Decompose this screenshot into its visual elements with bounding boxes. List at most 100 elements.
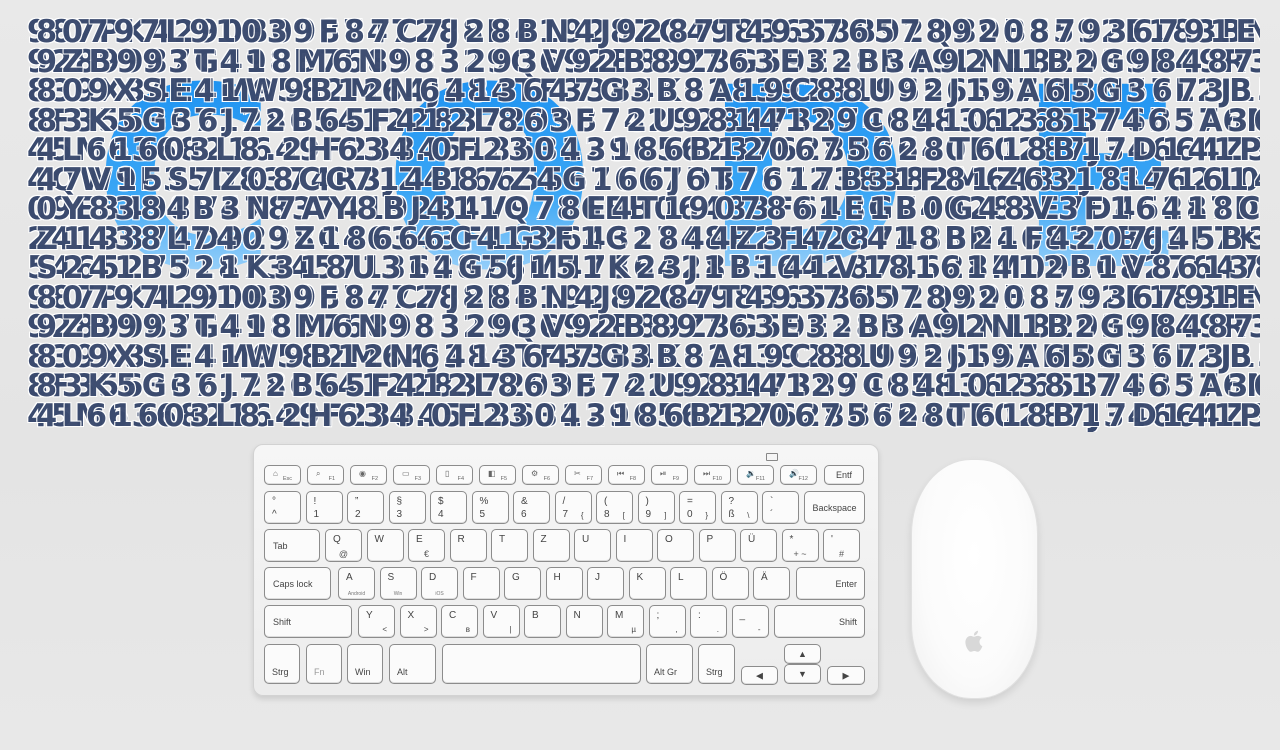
key-number[interactable]: ” 2 (347, 491, 384, 524)
key-label: Enter (835, 578, 857, 589)
key-shift-char: $ (438, 496, 444, 507)
key-letter[interactable]: B (524, 605, 561, 638)
key-letter[interactable]: Cʙ (441, 605, 478, 638)
key-f1[interactable]: ⌕ F1 (307, 465, 344, 485)
key-label: F2 (371, 476, 378, 482)
key-strg-left[interactable]: Strg (264, 644, 300, 684)
key-number[interactable]: ? ß \ (720, 491, 758, 524)
magic-mouse[interactable] (911, 459, 1038, 699)
overlay-row: 8 3 9 X 3 4 E 4 M 9 5 8 2 M 6 4 J 3 8 4 … (27, 341, 1260, 372)
key-f10[interactable]: ⏭ F10 (694, 465, 731, 485)
key-alt[interactable]: Alt (389, 644, 436, 684)
key-number[interactable]: = 0} (679, 491, 716, 524)
key-label: F11 (755, 476, 765, 482)
key-letter[interactable]: Ö (711, 567, 749, 600)
key-shift-char: ( (604, 496, 608, 507)
overlay-row: 9 2 8 9 9 8 7 G 4 9 8 B 7 6 8 9 8 3 2 9 … (27, 46, 1260, 77)
key-letter[interactable]: V | (482, 605, 520, 638)
function-icon: ⚙ (531, 469, 539, 478)
key-letter[interactable]: Y < (358, 605, 395, 638)
key-arrow-down[interactable]: ▼ (784, 664, 821, 684)
key-letter[interactable]: H (545, 567, 583, 600)
key-altgr-char: + ~ (793, 549, 807, 559)
function-icon: 🔊 (789, 469, 799, 478)
key-main-char: S (387, 572, 395, 583)
key-shift-char: = (687, 496, 693, 507)
keyboard: ⌂ Esc ⌕ F1 ◉ F2 ▭ F3 ▯ F4 ◧ F5 ⚙ F6 ✂ F7 ⏮ F8 ⏯ F9 ⏭ F10 🔉 F11 🔊… (253, 444, 879, 696)
key-shift-left[interactable]: Shift (264, 605, 352, 638)
key-fn[interactable]: Fn (306, 644, 342, 684)
key-letter[interactable]: J (587, 567, 624, 600)
key-letter[interactable]: F (462, 567, 500, 600)
key-strg-right[interactable]: Strg (698, 644, 735, 684)
key-letter[interactable]: K (628, 567, 666, 600)
key-letter[interactable]: DiOS (421, 567, 458, 600)
key-letter[interactable]: I (615, 529, 653, 562)
key-enter[interactable]: Enter (796, 567, 865, 600)
key-f11[interactable]: 🔉 F11 (737, 465, 774, 485)
key-number[interactable]: ° ^ (264, 491, 301, 524)
key-number[interactable]: / 7 { (554, 491, 592, 524)
key-caps-lock[interactable]: Caps lock (264, 567, 331, 600)
key-f3[interactable]: ▭ F3 (393, 465, 430, 485)
key-arrow-left[interactable]: ◀ (741, 666, 778, 685)
key-arrow-right[interactable]: ▶ (827, 666, 865, 685)
key-label: F4 (457, 476, 464, 482)
key-letter[interactable]: T (491, 529, 528, 562)
key-f2[interactable]: ◉ F2 (350, 465, 387, 485)
key-letter[interactable]: P (698, 529, 736, 562)
key-f7[interactable]: ✂ F7 (565, 465, 602, 485)
key-number[interactable]: ) 9] (637, 491, 675, 524)
key-letter[interactable]: :. (690, 605, 727, 638)
key-f5[interactable]: ◧ F5 (479, 465, 516, 485)
key-shift-right[interactable]: Shift (774, 605, 865, 638)
key-main-char: M (615, 610, 624, 621)
key-number[interactable]: ! 1 (305, 491, 343, 524)
key-number[interactable]: (8 [ (596, 491, 633, 524)
key-backspace[interactable]: Backspace (804, 491, 865, 524)
key-number[interactable]: ` ´ (762, 491, 799, 524)
key-entf[interactable]: Entf (824, 465, 864, 485)
key-tab[interactable]: Tab (264, 529, 320, 562)
key-esc[interactable]: ⌂ Esc (264, 465, 301, 485)
key-letter[interactable]: E € (408, 529, 445, 562)
key-f12[interactable]: 🔊 F12 (780, 465, 817, 485)
key-letter[interactable]: _ - (731, 605, 769, 638)
key-shift-char: ` (770, 496, 774, 507)
key-number[interactable]: % 5 (471, 491, 509, 524)
key-win[interactable]: Win (347, 644, 383, 684)
key-letter[interactable]: O (657, 529, 694, 562)
key-letter[interactable]: L (670, 567, 707, 600)
key-f6[interactable]: ⚙ F6 (522, 465, 559, 485)
key-letter[interactable]: U (574, 529, 611, 562)
key-letter[interactable]: Q @ (325, 529, 362, 562)
key-letter[interactable]: Mµ (607, 605, 644, 638)
key-letter[interactable]: S Win (379, 567, 417, 600)
key-letter[interactable]: X > (399, 605, 437, 638)
key-letter[interactable]: Ü (740, 529, 777, 562)
key-letter[interactable]: ' # (823, 529, 860, 562)
key-letter[interactable]: * + ~ (781, 529, 819, 562)
key-number[interactable]: & 6 (513, 491, 550, 524)
key-letter[interactable]: Z (532, 529, 570, 562)
key-letter[interactable]: W (366, 529, 404, 562)
overlay-text-layer: 8 0 9 X S E 4 1 W 9 B 1 2 N 6 4 1 3 6 4 … (36, 73, 1260, 109)
key-f4[interactable]: ▯ F4 (436, 465, 473, 485)
key-letter[interactable]: R (449, 529, 487, 562)
key-number[interactable]: § 3 (388, 491, 426, 524)
key-letter[interactable]: ;, (648, 605, 686, 638)
key-main-char: _ (739, 610, 746, 621)
key-number[interactable]: $4 (430, 491, 467, 524)
key-letter[interactable]: A Android (338, 567, 375, 600)
key-f9[interactable]: ⏯ F9 (651, 465, 688, 485)
key-letter[interactable]: G (504, 567, 541, 600)
key-letter[interactable]: Ä (753, 567, 790, 600)
key-space[interactable] (442, 644, 641, 684)
key-f8[interactable]: ⏮ F8 (608, 465, 645, 485)
overlay-text-layer: 8 0 7 9 7 L 9 1 0 3 9 F 8 7 C 7 J 2 8 B … (36, 17, 1256, 50)
key-main-char: G (512, 572, 520, 583)
key-arrow-up[interactable]: ▲ (784, 644, 821, 664)
key-letter[interactable]: N (565, 605, 603, 638)
key-main-char: ´ (770, 509, 774, 520)
key-alt-gr[interactable]: Alt Gr (646, 644, 693, 684)
